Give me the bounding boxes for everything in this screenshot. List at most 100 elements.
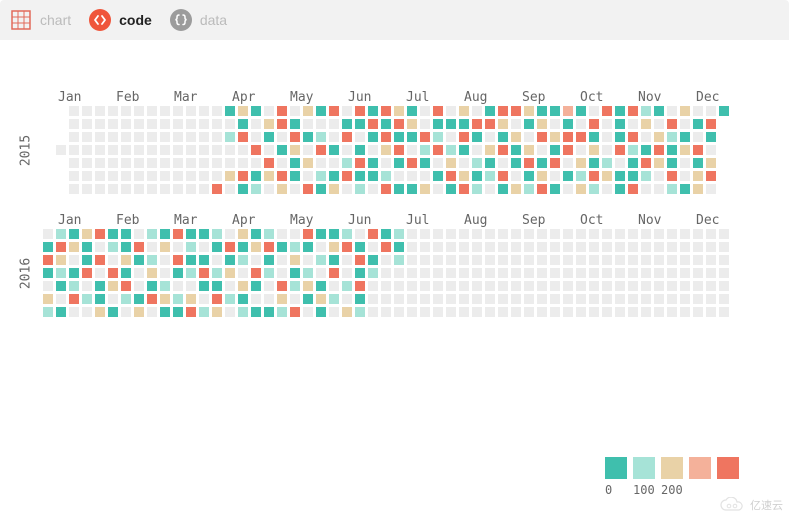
heatmap-cell[interactable] <box>419 306 431 318</box>
heatmap-cell[interactable] <box>198 241 210 253</box>
heatmap-cell[interactable] <box>211 183 223 195</box>
heatmap-cell[interactable] <box>640 228 652 240</box>
heatmap-cell[interactable] <box>640 241 652 253</box>
heatmap-cell[interactable] <box>328 118 340 130</box>
heatmap-cell[interactable] <box>94 254 106 266</box>
heatmap-cell[interactable] <box>42 306 54 318</box>
heatmap-cell[interactable] <box>198 254 210 266</box>
heatmap-cell[interactable] <box>367 293 379 305</box>
heatmap-cell[interactable] <box>627 131 639 143</box>
heatmap-cell[interactable] <box>42 241 54 253</box>
heatmap-cell[interactable] <box>341 131 353 143</box>
heatmap-cell[interactable] <box>263 280 275 292</box>
heatmap-cell[interactable] <box>276 280 288 292</box>
heatmap-cell[interactable] <box>679 267 691 279</box>
heatmap-cell[interactable] <box>588 118 600 130</box>
heatmap-cell[interactable] <box>328 254 340 266</box>
heatmap-cell[interactable] <box>211 267 223 279</box>
heatmap-cell[interactable] <box>367 183 379 195</box>
heatmap-cell[interactable] <box>354 241 366 253</box>
heatmap-cell[interactable] <box>523 241 535 253</box>
heatmap-cell[interactable] <box>328 241 340 253</box>
heatmap-cell[interactable] <box>172 306 184 318</box>
heatmap-cell[interactable] <box>549 228 561 240</box>
heatmap-cell[interactable] <box>42 254 54 266</box>
heatmap-cell[interactable] <box>484 105 496 117</box>
heatmap-cell[interactable] <box>510 157 522 169</box>
heatmap-cell[interactable] <box>224 157 236 169</box>
heatmap-cell[interactable] <box>432 293 444 305</box>
heatmap-cell[interactable] <box>679 144 691 156</box>
heatmap-cell[interactable] <box>536 267 548 279</box>
heatmap-cell[interactable] <box>705 293 717 305</box>
heatmap-cell[interactable] <box>458 254 470 266</box>
heatmap-cell[interactable] <box>159 144 171 156</box>
heatmap-cell[interactable] <box>94 241 106 253</box>
heatmap-cell[interactable] <box>627 118 639 130</box>
heatmap-cell[interactable] <box>146 293 158 305</box>
heatmap-cell[interactable] <box>471 118 483 130</box>
heatmap-cell[interactable] <box>484 183 496 195</box>
heatmap-cell[interactable] <box>705 170 717 182</box>
heatmap-cell[interactable] <box>133 131 145 143</box>
heatmap-cell[interactable] <box>419 144 431 156</box>
heatmap-cell[interactable] <box>276 254 288 266</box>
heatmap-cell[interactable] <box>393 170 405 182</box>
heatmap-cell[interactable] <box>393 105 405 117</box>
heatmap-cell[interactable] <box>159 183 171 195</box>
heatmap-cell[interactable] <box>94 157 106 169</box>
heatmap-cell[interactable] <box>640 144 652 156</box>
heatmap-cell[interactable] <box>666 131 678 143</box>
heatmap-cell[interactable] <box>380 105 392 117</box>
heatmap-cell[interactable] <box>68 118 80 130</box>
heatmap-cell[interactable] <box>315 144 327 156</box>
heatmap-cell[interactable] <box>484 293 496 305</box>
heatmap-cell[interactable] <box>211 280 223 292</box>
heatmap-cell[interactable] <box>549 306 561 318</box>
heatmap-cell[interactable] <box>679 306 691 318</box>
heatmap-cell[interactable] <box>588 170 600 182</box>
heatmap-cell[interactable] <box>146 306 158 318</box>
heatmap-cell[interactable] <box>81 144 93 156</box>
heatmap-cell[interactable] <box>224 306 236 318</box>
heatmap-cell[interactable] <box>445 157 457 169</box>
heatmap-cell[interactable] <box>341 228 353 240</box>
heatmap-cell[interactable] <box>679 118 691 130</box>
heatmap-cell[interactable] <box>510 254 522 266</box>
heatmap-cell[interactable] <box>510 267 522 279</box>
heatmap-cell[interactable] <box>172 183 184 195</box>
heatmap-cell[interactable] <box>211 170 223 182</box>
heatmap-cell[interactable] <box>653 254 665 266</box>
heatmap-cell[interactable] <box>653 131 665 143</box>
heatmap-cell[interactable] <box>458 170 470 182</box>
heatmap-cell[interactable] <box>172 131 184 143</box>
heatmap-cell[interactable] <box>406 157 418 169</box>
heatmap-cell[interactable] <box>718 280 730 292</box>
heatmap-cell[interactable] <box>705 118 717 130</box>
heatmap-cell[interactable] <box>692 131 704 143</box>
heatmap-cell[interactable] <box>497 306 509 318</box>
heatmap-cell[interactable] <box>523 118 535 130</box>
heatmap-cell[interactable] <box>341 293 353 305</box>
heatmap-cell[interactable] <box>666 105 678 117</box>
heatmap-cell[interactable] <box>198 280 210 292</box>
heatmap-cell[interactable] <box>289 183 301 195</box>
heatmap-cell[interactable] <box>211 131 223 143</box>
heatmap-cell[interactable] <box>237 118 249 130</box>
heatmap-cell[interactable] <box>328 293 340 305</box>
heatmap-cell[interactable] <box>614 170 626 182</box>
heatmap-cell[interactable] <box>679 241 691 253</box>
heatmap-cell[interactable] <box>341 183 353 195</box>
heatmap-cell[interactable] <box>458 157 470 169</box>
heatmap-cell[interactable] <box>55 280 67 292</box>
heatmap-cell[interactable] <box>432 105 444 117</box>
heatmap-cell[interactable] <box>523 293 535 305</box>
heatmap-cell[interactable] <box>510 306 522 318</box>
heatmap-cell[interactable] <box>94 267 106 279</box>
heatmap-cell[interactable] <box>185 306 197 318</box>
heatmap-cell[interactable] <box>341 241 353 253</box>
heatmap-cell[interactable] <box>198 306 210 318</box>
heatmap-cell[interactable] <box>354 280 366 292</box>
heatmap-cell[interactable] <box>315 267 327 279</box>
heatmap-cell[interactable] <box>302 170 314 182</box>
